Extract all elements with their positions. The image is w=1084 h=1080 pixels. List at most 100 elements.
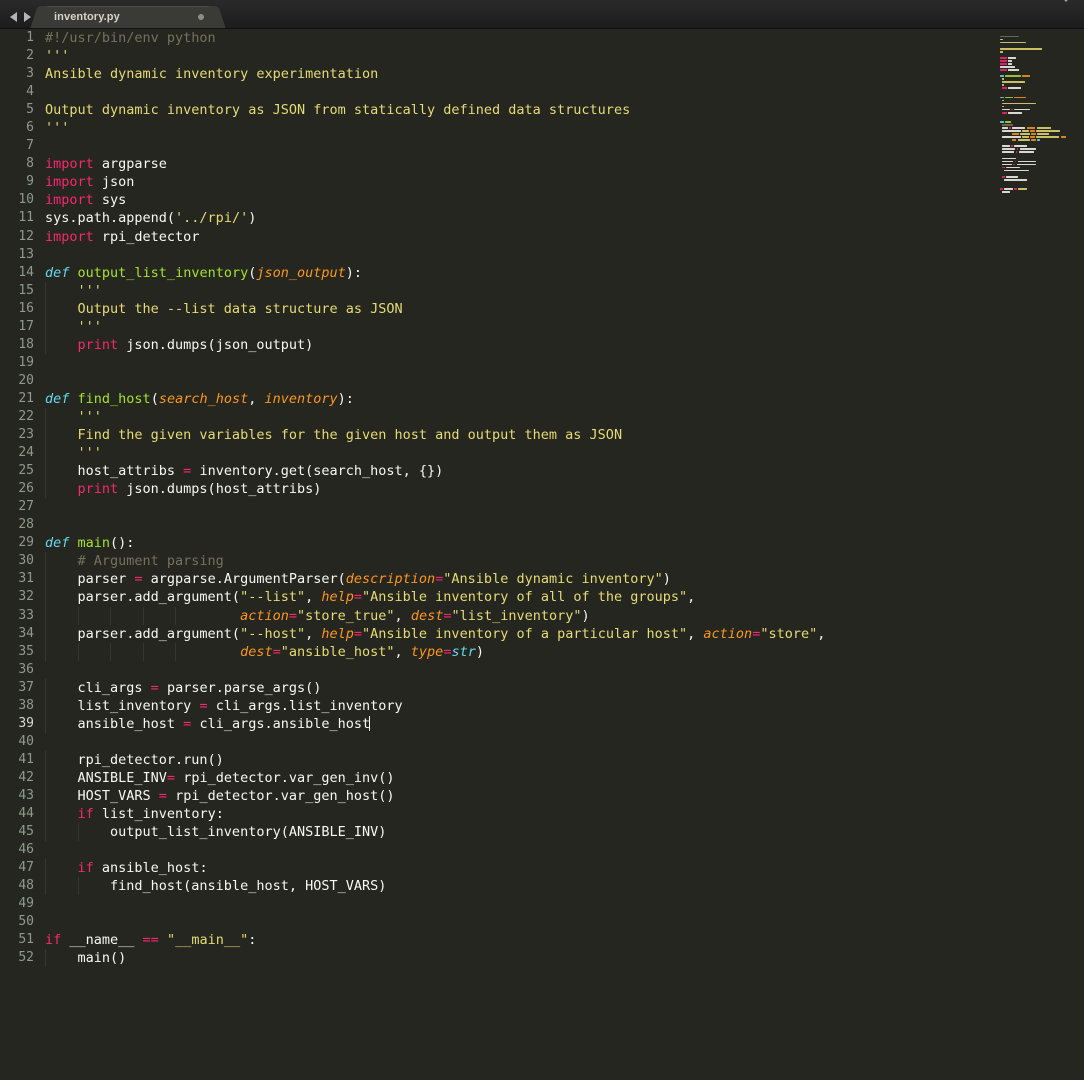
code-line-text: import rpi_detector (34, 228, 199, 246)
code-line[interactable]: 19 (0, 354, 1084, 372)
code-editor[interactable]: 1 #!/usr/bin/env python 2 ''' 3 Ansible dynam… (0, 29, 1084, 1080)
code-line[interactable]: 10 import sys (0, 191, 1084, 209)
code-line[interactable]: 7 (0, 137, 1084, 155)
code-line[interactable]: 43 HOST_VARS = rpi_detector.var_gen_host… (0, 786, 1084, 806)
code-line[interactable]: 46 (0, 841, 1084, 859)
code-line[interactable]: 14 def output_list_inventory(json_output)… (0, 264, 1084, 282)
code-line[interactable]: 48 find_host(ansible_host, HOST_VARS) (0, 877, 1084, 896)
minimap-token (1002, 87, 1007, 90)
code-line[interactable]: 41 rpi_detector.run() (0, 750, 1084, 769)
code-line[interactable]: 37 cli_args = parser.parse_args() (0, 678, 1084, 697)
code-line[interactable]: 22 ''' (0, 407, 1084, 427)
code-line[interactable]: 1 #!/usr/bin/env python (0, 29, 1084, 47)
code-line[interactable]: 30 # Argument parsing (0, 552, 1084, 571)
code-line[interactable]: 13 (0, 246, 1084, 264)
arrow-right-icon[interactable] (24, 12, 31, 22)
code-line[interactable]: 42 ANSIBLE_INV= rpi_detector.var_gen_inv… (0, 768, 1084, 787)
indent-guide (45, 750, 46, 769)
code-line[interactable]: 25 host_attribs = inventory.get(search_h… (0, 462, 1084, 481)
code-line[interactable]: 4 (0, 83, 1084, 101)
code-line[interactable]: 33 action="store_true", dest="list_inven… (0, 606, 1084, 625)
code-line[interactable]: 6 ''' (0, 119, 1084, 137)
code-line[interactable]: 17 ''' (0, 317, 1084, 336)
minimap-token (1002, 148, 1016, 151)
code-line[interactable]: 38 list_inventory = cli_args.list_invent… (0, 696, 1084, 715)
code-line-text: parser = argparse.ArgumentParser(descrip… (34, 570, 671, 589)
code-line[interactable]: 8 import argparse (0, 155, 1084, 173)
arrow-left-icon[interactable] (10, 12, 17, 22)
code-line[interactable]: 18 print json.dumps(json_output) (0, 335, 1084, 354)
code-line[interactable]: 52 main() (0, 949, 1084, 968)
chevron-down-icon[interactable] (1060, 0, 1072, 21)
code-line[interactable]: 3 Ansible dynamic inventory experimentati… (0, 65, 1084, 83)
code-line[interactable]: 16 Output the --list data structure as J… (0, 299, 1084, 318)
code-line-text: ansible_host = cli_args.ansible_host (34, 714, 371, 733)
code-line[interactable]: 12 import rpi_detector (0, 228, 1084, 246)
code-line[interactable]: 36 (0, 661, 1084, 679)
line-number: 35 (18, 643, 34, 659)
code-line[interactable]: 29 def main(): (0, 534, 1084, 552)
code-line[interactable]: 15 ''' (0, 281, 1084, 300)
code-token: def (45, 390, 70, 407)
code-line[interactable]: 26 print json.dumps(host_attribs) (0, 480, 1084, 499)
code-token: dest (410, 607, 444, 624)
code-line[interactable]: 28 (0, 516, 1084, 534)
minimap-token (1007, 69, 1019, 71)
tab-modified-indicator-icon[interactable] (198, 14, 204, 20)
code-token: == (142, 932, 159, 949)
minimap-token (1002, 111, 1007, 114)
code-minimap[interactable] (996, 29, 1084, 1080)
code-line[interactable]: 51 if __name__ == "__main__": (0, 931, 1084, 949)
code-line[interactable]: 50 (0, 913, 1084, 931)
code-line[interactable]: 31 parser = argparse.ArgumentParser(desc… (0, 570, 1084, 589)
code-token: inventory (264, 390, 338, 407)
minimap-token (1000, 57, 1007, 59)
code-line[interactable]: 40 (0, 733, 1084, 751)
code-token: sys (93, 192, 127, 209)
code-line[interactable]: 32 parser.add_argument("--list", help="A… (0, 588, 1084, 607)
minimap-token (1030, 130, 1035, 132)
code-line-text: import sys (34, 191, 126, 209)
indent-guide (77, 877, 79, 896)
code-line[interactable]: 21 def find_host(search_host, inventory): (0, 390, 1084, 408)
code-line[interactable]: 47 if ansible_host: (0, 859, 1084, 878)
code-line[interactable]: 11 sys.path.append('../rpi/') (0, 209, 1084, 227)
code-token: Ansible dynamic inventory experimentatio… (45, 66, 379, 83)
minimap-token (1002, 130, 1021, 132)
indent-guide (77, 606, 79, 625)
code-token: : (248, 932, 257, 949)
code-line-text: sys.path.append('../rpi/') (34, 209, 256, 227)
line-number: 49 (18, 896, 34, 912)
line-number: 31 (18, 571, 34, 587)
code-line[interactable]: 44 if list_inventory: (0, 805, 1084, 824)
minimap-token (1019, 148, 1037, 151)
minimap-token (1007, 87, 1022, 90)
code-line[interactable]: 2 ''' (0, 47, 1084, 65)
code-line[interactable]: 45 output_list_inventory(ANSIBLE_INV) (0, 823, 1084, 842)
minimap-token (1002, 124, 1014, 126)
code-line[interactable]: 5 Output dynamic inventory as JSON from s… (0, 101, 1084, 119)
code-lines-container[interactable]: 1 #!/usr/bin/env python 2 ''' 3 Ansible dynam… (0, 29, 1084, 1080)
line-number: 6 (26, 120, 34, 136)
tab-label: inventory.py (54, 11, 120, 23)
code-token: , (394, 643, 411, 660)
code-token: main (77, 535, 111, 552)
minimap-token (1002, 136, 1021, 138)
tab-overflow-menu-button[interactable] (1060, 0, 1084, 28)
code-line[interactable]: 24 ''' (0, 444, 1084, 463)
code-token: "Ansible inventory of a particular host" (362, 625, 688, 642)
code-token: = (158, 787, 167, 804)
minimap-token (1017, 139, 1030, 141)
code-line[interactable]: 39 ansible_host = cli_args.ansible_host (0, 714, 1084, 733)
code-line[interactable]: 27 (0, 498, 1084, 516)
code-line[interactable]: 34 parser.add_argument("--host", help="A… (0, 624, 1084, 643)
code-line[interactable]: 23 Find the given variables for the give… (0, 426, 1084, 445)
code-line[interactable]: 35 dest="ansible_host", type=str) (0, 642, 1084, 661)
code-token: type (410, 643, 444, 660)
code-line[interactable]: 49 (0, 895, 1084, 913)
code-line[interactable]: 9 import json (0, 173, 1084, 191)
indent-guide (45, 407, 46, 427)
editor-tab-inventory-py[interactable]: inventory.py (40, 6, 216, 28)
code-line[interactable]: 20 (0, 372, 1084, 390)
